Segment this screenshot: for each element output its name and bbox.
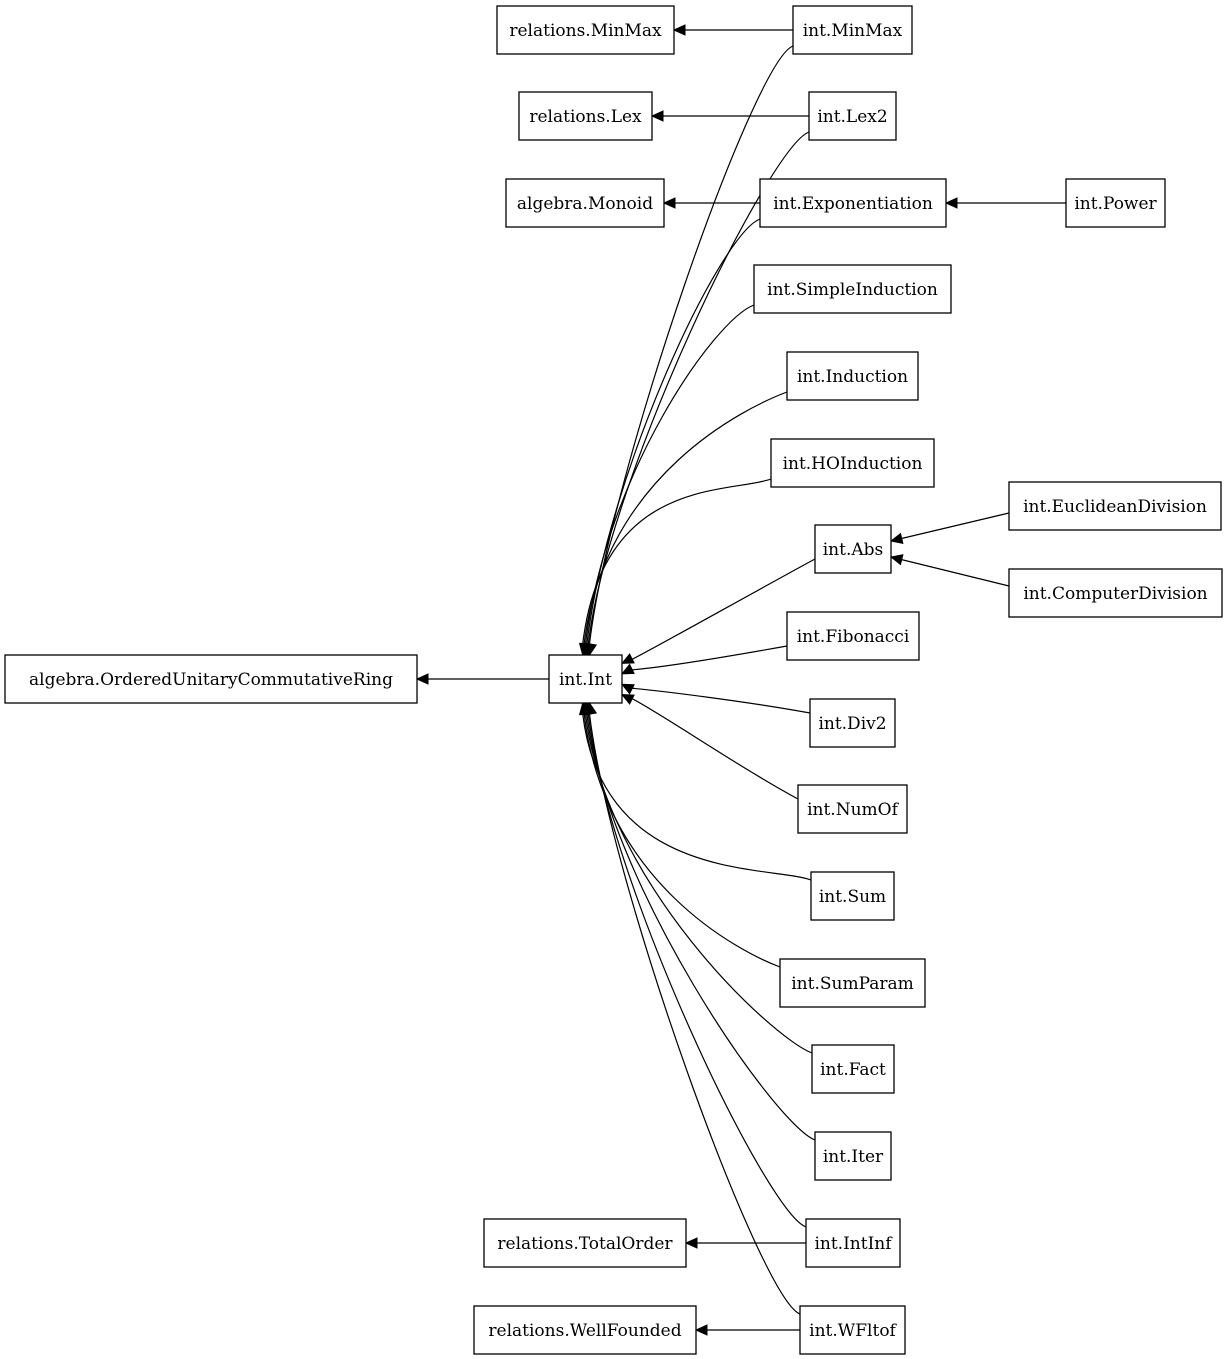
node-relations-lex[interactable]: relations.Lex: [518, 91, 653, 141]
edge-int-intinf-to-relations-totalorder: [684, 1237, 806, 1249]
edge-int-numof-to-int-int: [620, 694, 799, 800]
node-int-exponentiation[interactable]: int.Exponentiation: [759, 178, 947, 228]
node-int-fact[interactable]: int.Fact: [811, 1044, 895, 1094]
node-relations-minmax[interactable]: relations.MinMax: [496, 5, 675, 55]
node-label: int.Sum: [819, 887, 886, 907]
node-label: int.Induction: [797, 367, 908, 387]
arrowhead-icon: [415, 673, 429, 685]
edge-int-power-to-int-exponentiation: [944, 197, 1066, 209]
node-label: int.WFltof: [809, 1321, 897, 1341]
node-label: relations.WellFounded: [488, 1321, 681, 1341]
edge-line: [586, 218, 761, 645]
arrowhead-icon: [944, 197, 958, 209]
node-label: int.HOInduction: [783, 454, 923, 474]
node-int-induction[interactable]: int.Induction: [786, 351, 919, 401]
edge-line: [631, 645, 788, 671]
edge-int-minmax-to-relations-minmax: [672, 24, 793, 36]
edge-line: [890, 512, 1010, 542]
node-int-wfltof[interactable]: int.WFltof: [799, 1305, 906, 1355]
node-label: relations.TotalOrder: [497, 1234, 673, 1254]
node-int-computerdivision[interactable]: int.ComputerDivision: [1008, 568, 1223, 618]
edge-line: [890, 556, 1010, 587]
node-int-abs[interactable]: int.Abs: [814, 524, 892, 574]
node-label: int.Iter: [823, 1147, 884, 1167]
node-algebra-monoid[interactable]: algebra.Monoid: [505, 178, 665, 228]
edge-int-exponentiation-to-int-int: [583, 218, 761, 657]
node-label: int.Abs: [823, 540, 884, 560]
node-label: relations.Lex: [529, 107, 642, 127]
arrowhead-icon: [889, 554, 904, 566]
arrowhead-icon: [889, 532, 904, 544]
edge-int-simpleinduction-to-int-int: [581, 304, 755, 657]
node-int-int[interactable]: int.Int: [548, 654, 623, 704]
node-label: int.EuclideanDivision: [1023, 497, 1207, 517]
arrowhead-icon: [620, 694, 635, 705]
node-int-iter[interactable]: int.Iter: [814, 1131, 892, 1181]
edge-int-iter-to-int-int: [583, 701, 816, 1141]
edge-line: [586, 713, 816, 1141]
node-label: algebra.Monoid: [517, 194, 653, 214]
arrowhead-icon: [650, 110, 664, 122]
node-label: int.Lex2: [817, 107, 887, 127]
node-int-intinf[interactable]: int.IntInf: [805, 1218, 901, 1268]
node-int-lex2[interactable]: int.Lex2: [808, 91, 897, 141]
node-int-simpleinduction[interactable]: int.SimpleInduction: [753, 264, 952, 314]
node-label: int.NumOf: [807, 800, 900, 820]
arrowhead-icon: [620, 663, 635, 675]
node-label: int.Int: [559, 670, 612, 690]
node-label: int.SumParam: [791, 974, 914, 994]
edge-line: [582, 713, 812, 881]
node-int-numof[interactable]: int.NumOf: [797, 784, 908, 834]
node-label: int.Fibonacci: [797, 627, 910, 647]
node-int-minmax[interactable]: int.MinMax: [792, 5, 913, 55]
node-label: int.MinMax: [803, 21, 903, 41]
arrowhead-icon: [620, 653, 635, 664]
edge-line: [584, 713, 813, 1054]
node-label: algebra.OrderedUnitaryCommutativeRing: [29, 670, 393, 690]
edge-int-intinf-to-int-int: [584, 701, 807, 1228]
edge-line: [631, 698, 799, 800]
edge-int-sum-to-int-int: [578, 701, 812, 881]
node-relations-wellfounded[interactable]: relations.WellFounded: [473, 1305, 697, 1355]
edge-int-fact-to-int-int: [581, 701, 813, 1054]
nodes-layer: algebra.OrderedUnitaryCommutativeRing int…: [4, 5, 1223, 1355]
arrowhead-icon: [684, 1237, 698, 1249]
edge-int-wfltof-to-relations-wellfounded: [694, 1324, 800, 1336]
dependency-graph: algebra.OrderedUnitaryCommutativeRing int…: [4, 5, 1223, 1355]
edge-int-computerdivision-to-int-abs: [889, 554, 1010, 587]
node-int-fibonacci[interactable]: int.Fibonacci: [786, 611, 920, 661]
edge-line: [582, 478, 772, 645]
edge-int-int-to-algebra-orderedunitarycommutativering: [415, 673, 549, 685]
node-label: relations.MinMax: [509, 21, 662, 41]
node-int-sumparam[interactable]: int.SumParam: [779, 958, 926, 1008]
node-int-euclideandivision[interactable]: int.EuclideanDivision: [1008, 481, 1222, 531]
node-label: int.SimpleInduction: [767, 280, 938, 300]
arrowhead-icon: [662, 197, 676, 209]
node-label: int.Fact: [820, 1060, 886, 1080]
node-int-sum[interactable]: int.Sum: [810, 871, 895, 921]
arrowhead-icon: [620, 683, 635, 695]
node-label: int.Div2: [818, 714, 886, 734]
edge-int-lex2-to-relations-lex: [650, 110, 809, 122]
edge-int-abs-to-int-int: [620, 558, 816, 664]
node-relations-totalorder[interactable]: relations.TotalOrder: [483, 1218, 687, 1268]
edge-int-euclideandivision-to-int-abs: [889, 512, 1010, 544]
node-label: int.Exponentiation: [773, 194, 933, 214]
node-algebra-orderedunitarycommutativering[interactable]: algebra.OrderedUnitaryCommutativeRing: [4, 654, 418, 704]
node-int-hoinduction[interactable]: int.HOInduction: [770, 438, 935, 488]
node-int-power[interactable]: int.Power: [1065, 178, 1166, 228]
node-label: int.ComputerDivision: [1023, 584, 1207, 604]
edge-int-fibonacci-to-int-int: [620, 645, 788, 675]
arrowhead-icon: [672, 24, 686, 36]
edge-int-hoinduction-to-int-int: [578, 478, 772, 657]
arrowhead-icon: [694, 1324, 708, 1336]
edge-line: [631, 687, 811, 714]
edge-line: [584, 304, 755, 645]
node-label: int.Power: [1074, 194, 1157, 214]
edge-int-exponentiation-to-algebra-monoid: [662, 197, 760, 209]
node-int-div2[interactable]: int.Div2: [809, 698, 896, 748]
edge-line: [587, 713, 807, 1228]
node-label: int.IntInf: [814, 1234, 893, 1254]
